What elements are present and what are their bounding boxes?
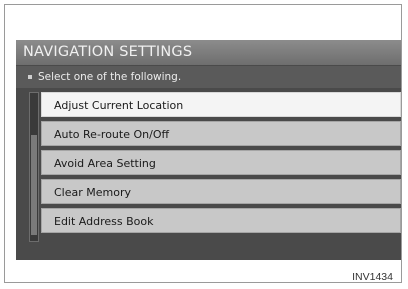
screen-subtitle: Select one of the following.: [16, 66, 401, 88]
menu-item-clear-memory[interactable]: Clear Memory: [41, 179, 401, 204]
scrollbar[interactable]: [29, 92, 39, 242]
subtitle-text: Select one of the following.: [38, 71, 182, 83]
menu-item-avoid-area-setting[interactable]: Avoid Area Setting: [41, 150, 401, 175]
settings-menu: Adjust Current Location Auto Re-route On…: [41, 92, 401, 237]
screen-title: NAVIGATION SETTINGS: [16, 40, 401, 65]
figure-frame: NAVIGATION SETTINGS Select one of the fo…: [4, 4, 402, 283]
menu-item-adjust-current-location[interactable]: Adjust Current Location: [41, 92, 401, 117]
scrollbar-thumb[interactable]: [31, 135, 37, 235]
menu-item-edit-address-book[interactable]: Edit Address Book: [41, 208, 401, 233]
navigation-screen: NAVIGATION SETTINGS Select one of the fo…: [16, 40, 401, 260]
menu-item-auto-re-route[interactable]: Auto Re-route On/Off: [41, 121, 401, 146]
figure-caption: INV1434: [352, 271, 393, 283]
bullet-icon: [28, 75, 32, 79]
